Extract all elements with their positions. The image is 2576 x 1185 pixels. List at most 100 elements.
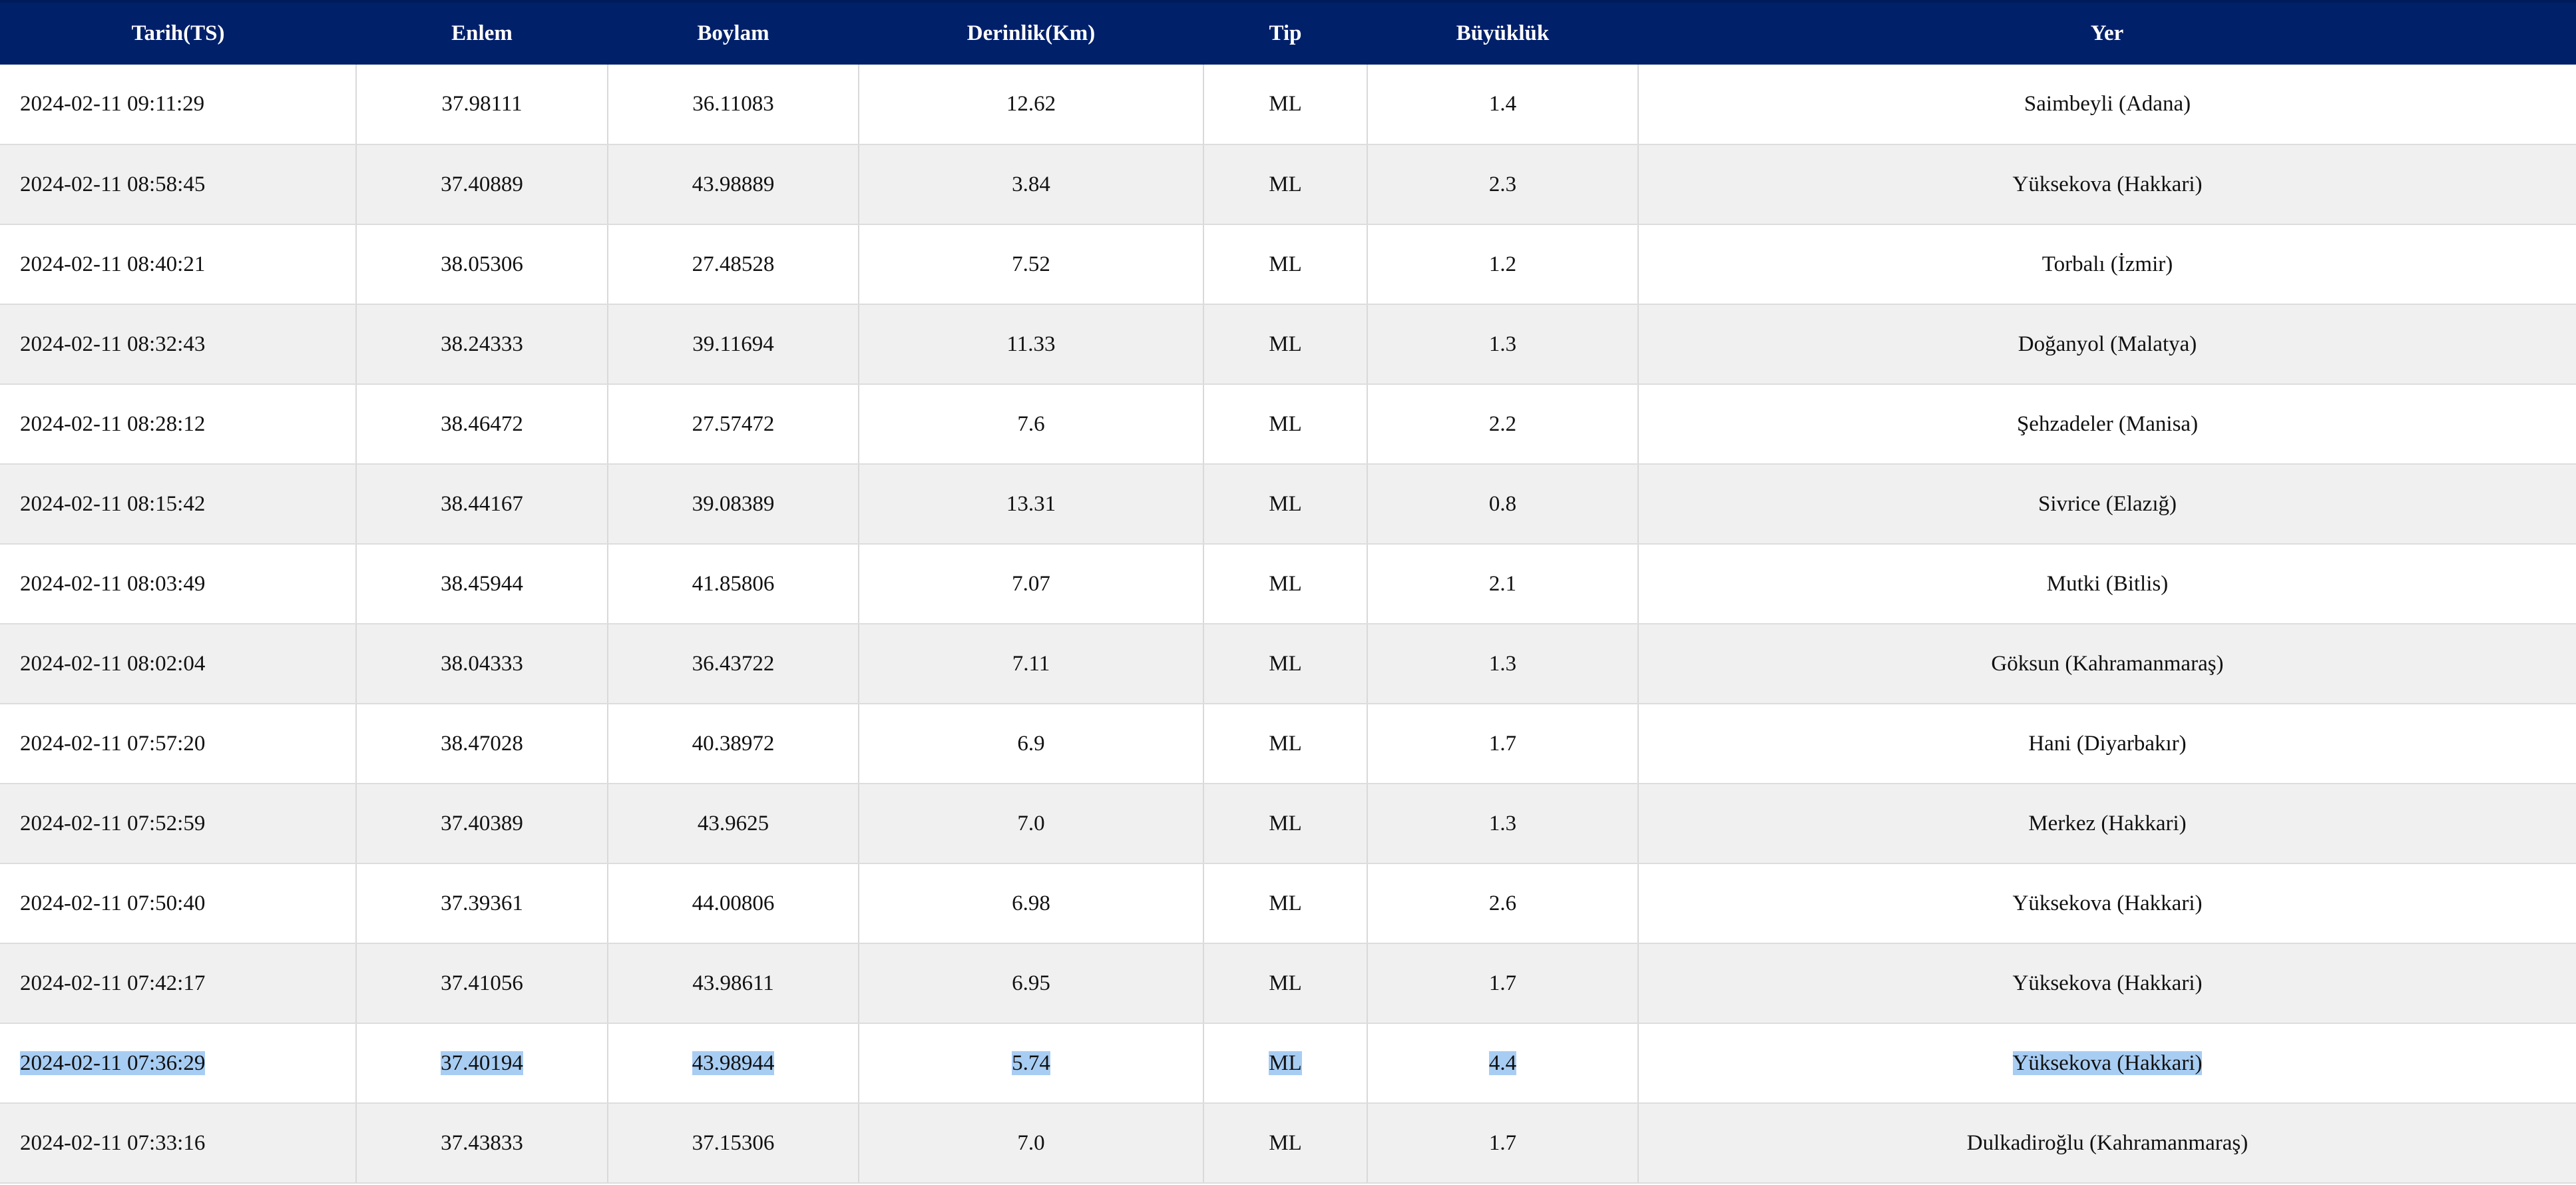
- longitude-text: 43.98944: [692, 1051, 775, 1075]
- latitude-cell: 38.04333: [355, 624, 608, 704]
- longitude-text: 43.98889: [692, 172, 775, 196]
- magnitude-text: 2.6: [1488, 891, 1517, 915]
- column-header-type[interactable]: Tip: [1203, 0, 1367, 65]
- longitude-text: 36.43722: [692, 651, 775, 676]
- latitude-cell: 38.05306: [355, 224, 608, 305]
- column-header-date[interactable]: Tarih(TS): [0, 0, 356, 65]
- latitude-cell: 37.40889: [355, 144, 608, 225]
- table-row[interactable]: 2024-02-11 08:32:43 38.24333 39.11694 11.33…: [0, 304, 2576, 385]
- table-row[interactable]: 2024-02-11 07:50:40 37.39361 44.00806 6.98 M…: [0, 863, 2576, 944]
- depth-cell: 13.31: [858, 464, 1203, 545]
- longitude-cell: 43.9625: [607, 784, 859, 864]
- magnitude-text: 2.1: [1488, 571, 1517, 596]
- table-row[interactable]: 2024-02-11 08:02:04 38.04333 36.43722 7.11 M…: [0, 624, 2576, 704]
- longitude-cell: 43.98944: [607, 1023, 859, 1104]
- location-cell: Mutki (Bitlis): [1637, 544, 2576, 624]
- type-cell: ML: [1203, 624, 1367, 704]
- latitude-cell: 37.39361: [355, 863, 608, 944]
- table-row[interactable]: 2024-02-11 08:58:45 37.40889 43.98889 3.84 M…: [0, 144, 2576, 225]
- date-text: 2024-02-11 08:58:45: [20, 172, 206, 196]
- longitude-cell: 27.57472: [607, 384, 859, 465]
- location-cell: Torbalı (İzmir): [1637, 224, 2576, 305]
- column-header-longitude[interactable]: Boylam: [608, 0, 859, 65]
- table-row[interactable]: 2024-02-11 07:33:16 37.43833 37.15306 7.0 ML…: [0, 1103, 2576, 1184]
- type-text: ML: [1269, 92, 1302, 116]
- table-row[interactable]: 2024-02-11 08:40:21 38.05306 27.48528 7.52 M…: [0, 224, 2576, 305]
- type-text: ML: [1269, 411, 1302, 436]
- location-text: Yüksekova (Hakkari): [2012, 971, 2203, 995]
- earthquake-table: Tarih(TS) Enlem Boylam Derinlik(Km) Tip …: [0, 0, 2576, 1184]
- depth-text: 7.11: [1012, 651, 1050, 676]
- type-text: ML: [1269, 172, 1302, 196]
- date-text: 2024-02-11 07:50:40: [20, 891, 206, 915]
- longitude-cell: 44.00806: [607, 863, 859, 944]
- latitude-text: 38.46472: [441, 411, 523, 436]
- latitude-text: 38.04333: [441, 651, 523, 676]
- type-text: ML: [1269, 811, 1302, 835]
- longitude-cell: 43.98611: [607, 943, 859, 1024]
- location-text: Göksun (Kahramanmaraş): [1991, 651, 2224, 676]
- type-cell: ML: [1203, 1103, 1367, 1184]
- column-header-latitude[interactable]: Enlem: [356, 0, 608, 65]
- location-cell: Şehzadeler (Manisa): [1637, 384, 2576, 465]
- longitude-cell: 37.15306: [607, 1103, 859, 1184]
- type-cell: ML: [1203, 943, 1367, 1024]
- depth-cell: 5.74: [858, 1023, 1203, 1104]
- depth-text: 6.98: [1012, 891, 1050, 915]
- date-cell: 2024-02-11 08:58:45: [0, 144, 356, 225]
- column-header-depth[interactable]: Derinlik(Km): [859, 0, 1203, 65]
- depth-cell: 6.98: [858, 863, 1203, 944]
- location-cell: Dulkadiroğlu (Kahramanmaraş): [1637, 1103, 2576, 1184]
- table-header: Tarih(TS) Enlem Boylam Derinlik(Km) Tip …: [0, 0, 2576, 65]
- longitude-text: 39.08389: [692, 491, 775, 516]
- depth-cell: 7.6: [858, 384, 1203, 465]
- depth-text: 7.0: [1017, 1130, 1045, 1155]
- latitude-text: 37.40194: [441, 1051, 523, 1075]
- table-row[interactable]: 2024-02-11 08:28:12 38.46472 27.57472 7.6 ML…: [0, 384, 2576, 465]
- table-row[interactable]: 2024-02-11 08:03:49 38.45944 41.85806 7.07 M…: [0, 544, 2576, 624]
- location-cell: Yüksekova (Hakkari): [1637, 1023, 2576, 1104]
- table-row[interactable]: 2024-02-11 08:15:42 38.44167 39.08389 13.31…: [0, 464, 2576, 545]
- type-text: ML: [1269, 571, 1302, 596]
- type-cell: ML: [1203, 304, 1367, 385]
- magnitude-cell: 1.7: [1367, 943, 1638, 1024]
- depth-text: 3.84: [1012, 172, 1050, 196]
- location-cell: Sivrice (Elazığ): [1637, 464, 2576, 545]
- date-cell: 2024-02-11 07:52:59: [0, 784, 356, 864]
- depth-text: 5.74: [1012, 1051, 1050, 1075]
- magnitude-text: 1.3: [1488, 651, 1517, 676]
- location-text: Saimbeyli (Adana): [2024, 92, 2191, 116]
- magnitude-cell: 1.3: [1367, 784, 1638, 864]
- table-row[interactable]: 2024-02-11 07:42:17 37.41056 43.98611 6.95 M…: [0, 943, 2576, 1024]
- type-text: ML: [1269, 651, 1302, 676]
- type-text: ML: [1269, 1051, 1302, 1075]
- magnitude-text: 1.7: [1488, 971, 1517, 995]
- table-row[interactable]: 2024-02-11 07:36:29 37.40194 43.98944 5.74 M…: [0, 1023, 2576, 1104]
- magnitude-text: 2.2: [1488, 411, 1517, 436]
- longitude-cell: 41.85806: [607, 544, 859, 624]
- latitude-cell: 37.43833: [355, 1103, 608, 1184]
- table-row[interactable]: 2024-02-11 07:52:59 37.40389 43.9625 7.0 ML 1…: [0, 784, 2576, 864]
- location-cell: Merkez (Hakkari): [1637, 784, 2576, 864]
- magnitude-cell: 1.2: [1367, 224, 1638, 305]
- date-cell: 2024-02-11 08:32:43: [0, 304, 356, 385]
- column-header-magnitude[interactable]: Büyüklük: [1367, 0, 1638, 65]
- longitude-text: 27.57472: [692, 411, 775, 436]
- depth-text: 7.52: [1012, 252, 1050, 276]
- table-row[interactable]: 2024-02-11 09:11:29 37.98111 36.11083 12.62…: [0, 65, 2576, 145]
- latitude-text: 38.44167: [441, 491, 523, 516]
- depth-cell: 11.33: [858, 304, 1203, 385]
- longitude-cell: 39.08389: [607, 464, 859, 545]
- location-text: Mutki (Bitlis): [2046, 571, 2169, 596]
- table-row[interactable]: 2024-02-11 07:57:20 38.47028 40.38972 6.9 ML…: [0, 704, 2576, 784]
- date-cell: 2024-02-11 08:02:04: [0, 624, 356, 704]
- depth-text: 12.62: [1006, 92, 1056, 116]
- depth-cell: 7.0: [858, 784, 1203, 864]
- date-cell: 2024-02-11 09:11:29: [0, 65, 356, 145]
- column-header-location[interactable]: Yer: [1638, 0, 2576, 65]
- magnitude-cell: 1.7: [1367, 1103, 1638, 1184]
- location-text: Doğanyol (Malatya): [2018, 332, 2197, 356]
- longitude-text: 44.00806: [692, 891, 775, 915]
- depth-cell: 6.95: [858, 943, 1203, 1024]
- longitude-cell: 36.43722: [607, 624, 859, 704]
